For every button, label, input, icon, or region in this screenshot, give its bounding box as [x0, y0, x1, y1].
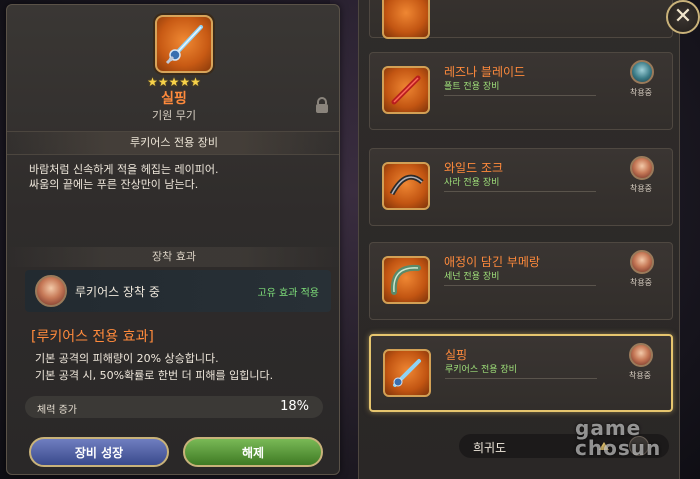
equipped-badge: 착용중	[629, 88, 653, 97]
divider	[444, 95, 596, 96]
list-item-selected[interactable]: 실핑 루키어스 전용 장비 착용중	[369, 334, 673, 412]
weapon-name: 애정이 담긴 부메랑	[444, 255, 540, 269]
weapon-list-panel: 레즈나 블레이드 폴트 전용 장비 착용중 와일드 조크 사라 전용 장비 착용…	[358, 0, 680, 479]
avatar	[629, 343, 653, 367]
watermark-logo: game chosun	[575, 418, 695, 458]
weapon-name: 레즈나 블레이드	[444, 65, 526, 79]
list-item[interactable]: 애정이 담긴 부메랑 세넌 전용 장비 착용중	[369, 242, 673, 320]
rarity-stars: ★★★★★	[147, 75, 201, 89]
weapon-owner: 루키어스 전용 장비	[445, 365, 517, 375]
equipped-badge: 착용중	[629, 278, 653, 287]
effect-line: 기본 공격 시, 50%확률로 한번 더 피해를 입힙니다.	[35, 369, 274, 382]
watermark-line: chosun	[575, 436, 662, 460]
weapon-type: 기원 무기	[152, 109, 196, 122]
weapon-thumbnail-icon	[382, 162, 430, 210]
scythe-icon	[389, 174, 424, 196]
watermark-line: game	[575, 416, 642, 440]
rapier-icon	[165, 25, 203, 65]
description-line: 바람처럼 신속하게 적을 헤집는 레이피어.	[29, 163, 219, 176]
rapier-icon	[393, 359, 421, 387]
effect-line: 기본 공격의 피해량이 20% 상승합니다.	[35, 352, 219, 365]
weapon-name: 와일드 조크	[444, 161, 504, 175]
weapon-thumbnail-icon	[382, 66, 430, 114]
sword-icon	[391, 75, 421, 105]
equipment-growth-button[interactable]: 장비 성장	[29, 437, 169, 467]
avatar	[630, 156, 654, 180]
stat-value: 18%	[280, 399, 309, 414]
weapon-thumbnail-icon	[382, 0, 430, 39]
weapon-thumbnail-icon	[383, 349, 431, 397]
weapon-icon	[155, 15, 213, 73]
close-button[interactable]: ✕	[666, 0, 700, 34]
avatar	[630, 60, 654, 84]
lock-icon[interactable]	[315, 97, 329, 113]
weapon-name: 실핑	[445, 348, 468, 362]
equip-effect-header: 장착 효과	[7, 247, 339, 267]
list-item[interactable]: 와일드 조크 사라 전용 장비 착용중	[369, 148, 673, 226]
equipped-badge: 착용중	[628, 371, 652, 380]
boomerang-icon	[390, 264, 421, 295]
divider	[444, 285, 596, 286]
exclusive-label: 루키어스 전용 장비	[7, 131, 339, 155]
stat-label: 체력 증가	[37, 405, 77, 416]
weapon-description: 바람처럼 신속하게 적을 헤집는 레이피어. 싸움의 끝에는 푸른 잔상만이 남…	[29, 162, 329, 192]
equipped-status: 루키어스 장착 중	[75, 285, 160, 299]
weapon-owner: 세넌 전용 장비	[444, 272, 500, 282]
avatar	[630, 250, 654, 274]
avatar	[35, 275, 67, 307]
divider	[444, 191, 596, 192]
equipped-badge: 착용중	[629, 184, 653, 193]
divider	[445, 378, 597, 379]
weapon-owner: 폴트 전용 장비	[444, 82, 500, 92]
exclusive-effect-title: [루키어스 전용 효과]	[31, 329, 154, 345]
unique-effect-status: 고유 효과 적용	[257, 288, 319, 299]
description-line: 싸움의 끝에는 푸른 잔상만이 남는다.	[29, 178, 199, 191]
equipped-character-row: 루키어스 장착 중 고유 효과 적용	[25, 270, 331, 312]
sort-label: 희귀도	[473, 441, 507, 455]
list-item[interactable]: 레즈나 블레이드 폴트 전용 장비 착용중	[369, 52, 673, 130]
weapon-owner: 사라 전용 장비	[444, 178, 500, 188]
weapon-thumbnail-icon	[382, 256, 430, 304]
weapon-detail-panel: ★★★★★ 실핑 기원 무기 루키어스 전용 장비 바람처럼 신속하게 적을 헤…	[6, 4, 340, 475]
weapon-name: 실핑	[161, 91, 187, 107]
list-item[interactable]	[369, 0, 673, 39]
exclusive-effect-description: 기본 공격의 피해량이 20% 상승합니다. 기본 공격 시, 50%확률로 한…	[35, 350, 335, 384]
stat-row: 체력 증가 18%	[25, 396, 323, 418]
unequip-button[interactable]: 해제	[183, 437, 323, 467]
